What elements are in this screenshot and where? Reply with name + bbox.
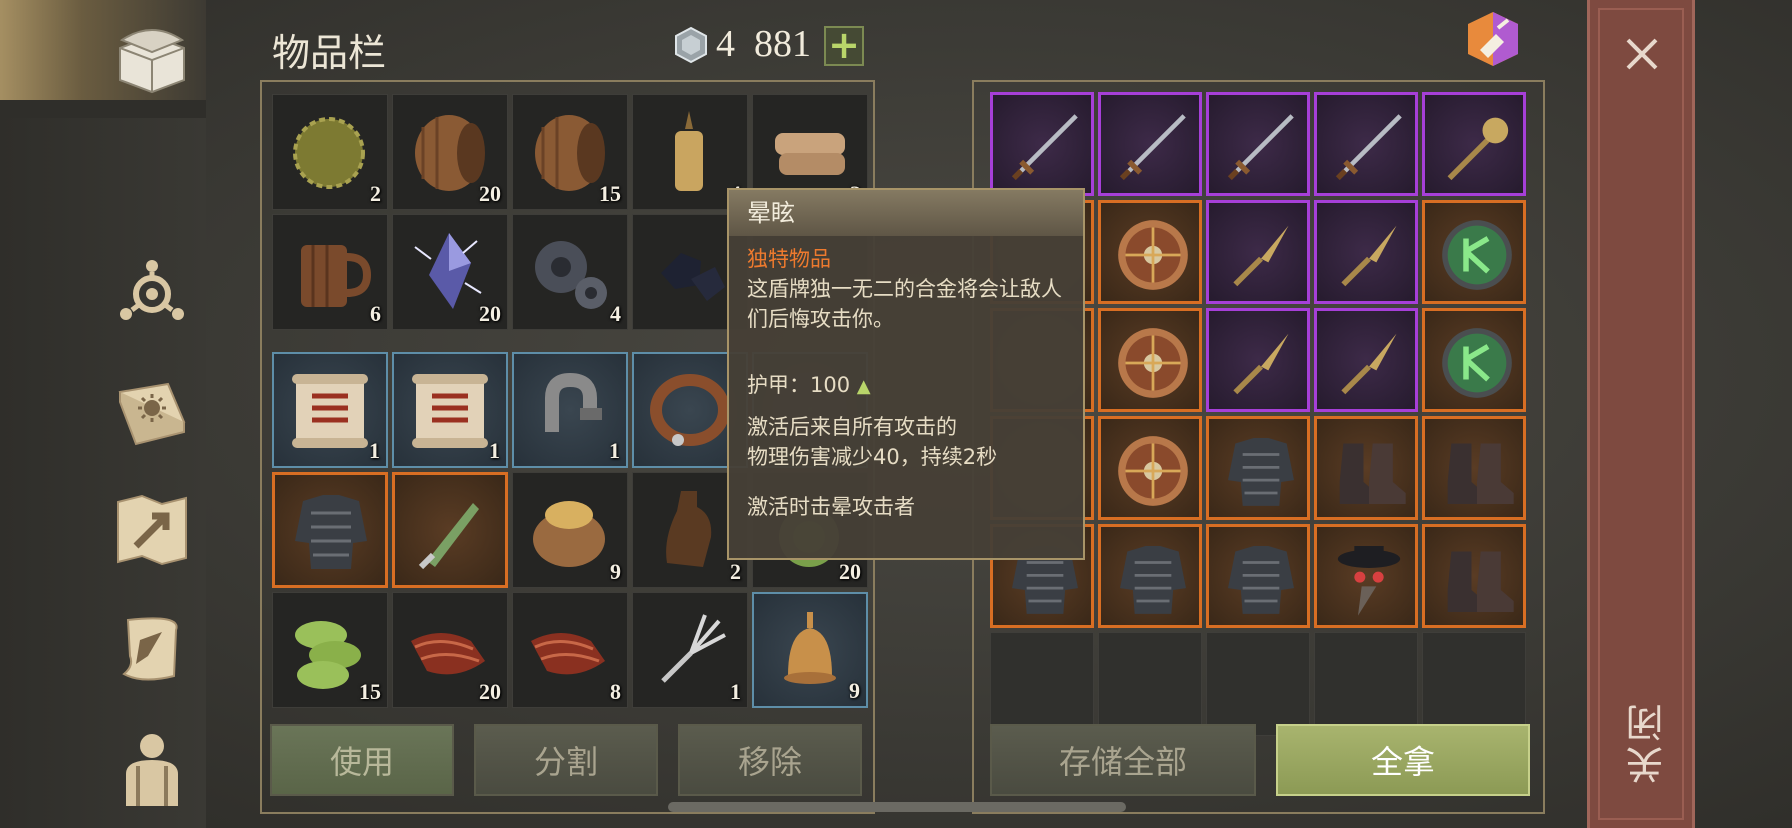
- storage-slot[interactable]: [1422, 308, 1526, 412]
- take-all-button[interactable]: 全拿: [1276, 724, 1530, 796]
- close-button-label[interactable]: 关闭: [1620, 700, 1670, 784]
- storage-slot[interactable]: [1098, 200, 1202, 304]
- paint-bucket-icon[interactable]: [1462, 8, 1524, 70]
- item-count: 20: [479, 301, 501, 326]
- item-count: 20: [839, 559, 861, 584]
- item-count: 15: [599, 181, 621, 206]
- inventory-slot[interactable]: 9: [752, 592, 868, 708]
- item-count: 9: [849, 678, 860, 703]
- inventory-slot[interactable]: 15: [512, 94, 628, 210]
- inventory-slot[interactable]: 6: [272, 214, 388, 330]
- storage-slot[interactable]: [1206, 200, 1310, 304]
- inventory-slot[interactable]: 1: [272, 352, 388, 468]
- tooltip-title: 晕眩: [729, 190, 1083, 236]
- armor-up-arrow-icon: ▲: [856, 376, 871, 397]
- character-icon[interactable]: [108, 722, 196, 810]
- inventory-slot[interactable]: 20: [392, 94, 508, 210]
- tooltip-armor: 护甲：100 ▲: [747, 370, 1065, 402]
- scrollbar[interactable]: [668, 802, 1126, 812]
- storage-empty-slot[interactable]: [1206, 632, 1310, 736]
- inventory-slot[interactable]: 9: [512, 472, 628, 588]
- storage-empty-slot[interactable]: [1422, 632, 1526, 736]
- store-all-button[interactable]: 存储全部: [990, 724, 1256, 796]
- item-count: 1: [609, 438, 620, 463]
- storage-slot[interactable]: [1314, 92, 1418, 196]
- skills-book-icon[interactable]: [108, 368, 196, 456]
- tooltip-description: 这盾牌独一无二的合金将会让敌人们后悔攻击你。: [747, 277, 1062, 331]
- add-currency-button[interactable]: +: [824, 26, 864, 66]
- storage-slot[interactable]: [1098, 308, 1202, 412]
- inventory-slot[interactable]: 1: [392, 352, 508, 468]
- storage-slot[interactable]: [1422, 92, 1526, 196]
- tooltip-rarity: 独特物品: [747, 247, 831, 271]
- storage-slot[interactable]: [1206, 524, 1310, 628]
- item-count: 8: [610, 679, 621, 704]
- storage-slot[interactable]: [1314, 308, 1418, 412]
- inventory-slot[interactable]: 20: [392, 214, 508, 330]
- item-count: 20: [479, 181, 501, 206]
- quest-scroll-icon[interactable]: [108, 606, 196, 694]
- item-count: 20: [479, 679, 501, 704]
- item-count: 1: [489, 438, 500, 463]
- item-count: 2: [730, 559, 741, 584]
- storage-slot[interactable]: [1206, 308, 1310, 412]
- inventory-slot[interactable]: [392, 472, 508, 588]
- storage-slot[interactable]: [1206, 416, 1310, 520]
- armor-value: 100: [810, 373, 851, 397]
- storage-slot[interactable]: [1422, 416, 1526, 520]
- inventory-slot[interactable]: 15: [272, 592, 388, 708]
- armor-label: 护甲：: [747, 373, 810, 397]
- inventory-slot[interactable]: [272, 472, 388, 588]
- item-count: 6: [370, 301, 381, 326]
- page-title: 物品栏: [272, 31, 387, 75]
- item-count: 15: [359, 679, 381, 704]
- item-tooltip: 晕眩 独特物品 这盾牌独一无二的合金将会让敌人们后悔攻击你。 护甲：100 ▲ …: [727, 188, 1085, 560]
- chest-icon[interactable]: [108, 14, 196, 102]
- storage-empty-slot[interactable]: [1314, 632, 1418, 736]
- inventory-slot[interactable]: 2: [272, 94, 388, 210]
- currency-amount: 4 881: [716, 23, 811, 65]
- crafting-icon[interactable]: [108, 248, 196, 336]
- tooltip-effect-line1: 激活后来自所有攻击的: [747, 415, 957, 439]
- storage-empty-slot[interactable]: [990, 632, 1094, 736]
- storage-slot[interactable]: [990, 92, 1094, 196]
- storage-empty-slot[interactable]: [1098, 632, 1202, 736]
- tooltip-effect-line2: 物理伤害减少40，持续2秒: [747, 445, 998, 469]
- storage-slot[interactable]: [1314, 200, 1418, 304]
- storage-slot[interactable]: [1314, 524, 1418, 628]
- gem-currency-icon: [672, 26, 710, 64]
- close-icon[interactable]: [1618, 30, 1666, 78]
- storage-slot[interactable]: [1422, 524, 1526, 628]
- item-count: 1: [369, 438, 380, 463]
- storage-slot[interactable]: [1098, 92, 1202, 196]
- storage-slot[interactable]: [1098, 416, 1202, 520]
- storage-slot[interactable]: [1098, 524, 1202, 628]
- inventory-slot[interactable]: 20: [392, 592, 508, 708]
- map-icon[interactable]: [108, 486, 196, 574]
- tooltip-effect-stun: 激活时击晕攻击者: [747, 495, 915, 519]
- inventory-slot[interactable]: 1: [632, 592, 748, 708]
- item-count: 4: [610, 301, 621, 326]
- item-count: 9: [610, 559, 621, 584]
- storage-slot[interactable]: [1206, 92, 1310, 196]
- storage-slot[interactable]: [1422, 200, 1526, 304]
- split-button[interactable]: 分割: [474, 724, 658, 796]
- use-button[interactable]: 使用: [270, 724, 454, 796]
- inventory-slot[interactable]: 8: [512, 592, 628, 708]
- inventory-slot[interactable]: 4: [512, 214, 628, 330]
- storage-slot[interactable]: [1314, 416, 1418, 520]
- remove-button[interactable]: 移除: [678, 724, 862, 796]
- item-count: 2: [370, 181, 381, 206]
- inventory-slot[interactable]: 1: [512, 352, 628, 468]
- item-count: 1: [730, 679, 741, 704]
